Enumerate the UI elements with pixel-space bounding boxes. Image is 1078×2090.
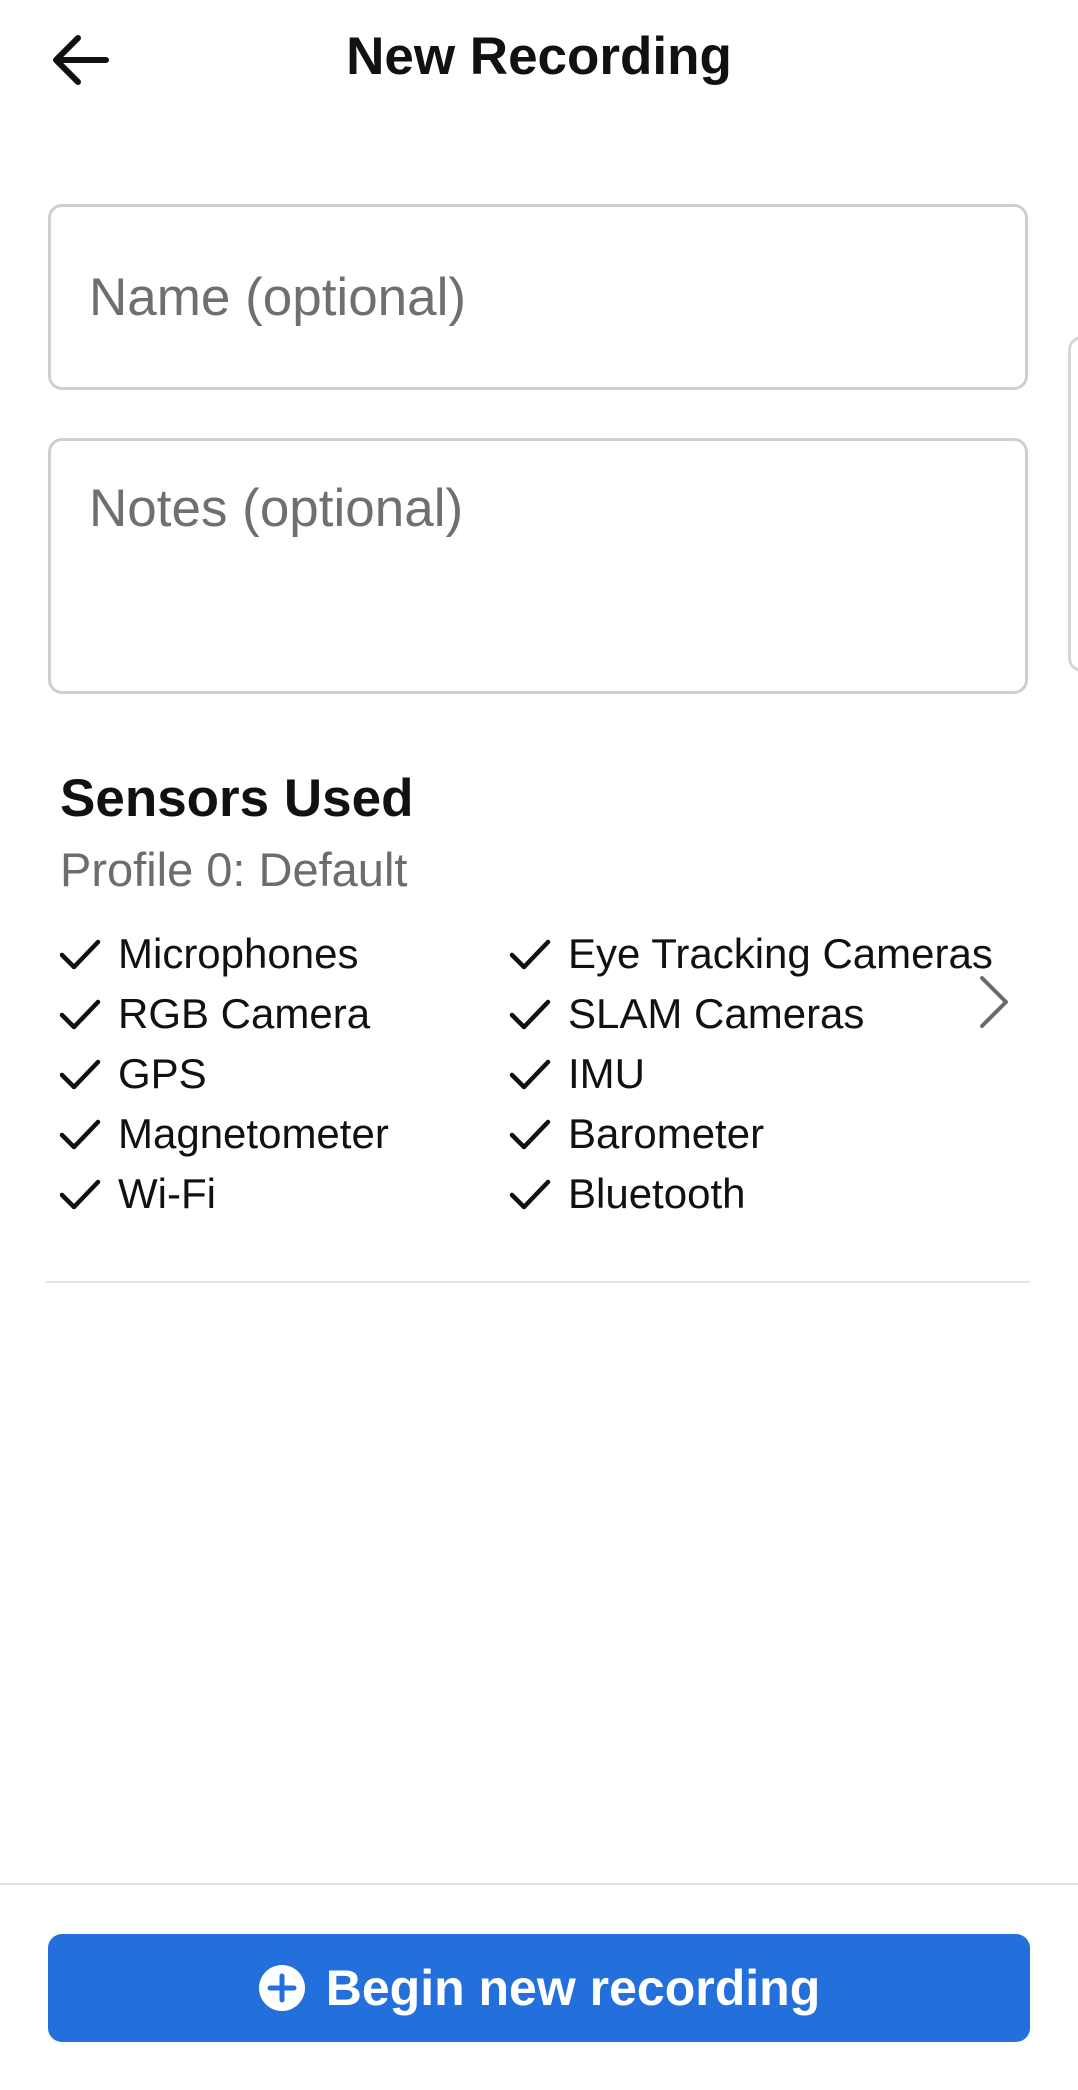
- sensor-label: GPS: [118, 1050, 207, 1097]
- sensors-used-title: Sensors Used: [60, 769, 414, 828]
- checkmark-icon: [59, 999, 101, 1030]
- sensor-item-imu: IMU: [508, 1044, 645, 1104]
- checkmark-icon: [509, 1119, 551, 1150]
- checkmark-icon: [59, 1179, 101, 1210]
- begin-new-recording-label: Begin new recording: [325, 1960, 821, 2016]
- footer-divider: [0, 1883, 1078, 1885]
- sensor-label: RGB Camera: [118, 990, 371, 1037]
- begin-new-recording-button[interactable]: Begin new recording: [48, 1934, 1030, 2042]
- checkmark-icon: [509, 1059, 551, 1090]
- checkmark-icon: [509, 1179, 551, 1210]
- notes-input[interactable]: [51, 441, 1025, 691]
- section-divider: [46, 1281, 1030, 1283]
- chevron-right-icon[interactable]: [974, 972, 1014, 1032]
- checkmark-icon: [509, 939, 551, 970]
- checkmark-icon: [59, 1059, 101, 1090]
- name-input[interactable]: [51, 207, 1025, 387]
- sensor-profile-label: Profile 0: Default: [60, 843, 408, 896]
- sensor-label: Microphones: [118, 930, 359, 977]
- plus-circle-icon: [258, 1965, 305, 2011]
- sensors-used-section[interactable]: Sensors Used Profile 0: Default Micropho…: [48, 740, 1028, 1284]
- sensor-item-rgb-camera: RGB Camera: [58, 984, 370, 1044]
- app-header: New Recording: [0, 0, 1078, 120]
- sensor-label: Wi-Fi: [118, 1170, 216, 1217]
- sensor-item-barometer: Barometer: [508, 1104, 764, 1164]
- sensor-label: Eye Tracking Cameras: [568, 930, 993, 977]
- sensor-item-microphones: Microphones: [58, 924, 358, 984]
- name-field[interactable]: [48, 204, 1028, 390]
- sensor-item-magnetometer: Magnetometer: [58, 1104, 389, 1164]
- sensor-label: IMU: [568, 1050, 645, 1097]
- notes-field[interactable]: [48, 438, 1028, 694]
- sensor-label: Barometer: [568, 1110, 765, 1157]
- page-title: New Recording: [346, 27, 732, 86]
- sensor-item-bluetooth: Bluetooth: [508, 1164, 745, 1224]
- sensor-item-wifi: Wi-Fi: [58, 1164, 216, 1224]
- checkmark-icon: [59, 1119, 101, 1150]
- sensor-label: Bluetooth: [568, 1170, 746, 1217]
- sensor-label: SLAM Cameras: [568, 990, 865, 1037]
- edge-panel-handle[interactable]: [1068, 336, 1078, 672]
- sensor-item-gps: GPS: [58, 1044, 207, 1104]
- sensor-item-eye-tracking-cameras: Eye Tracking Cameras: [508, 924, 993, 984]
- checkmark-icon: [59, 939, 101, 970]
- sensor-item-slam-cameras: SLAM Cameras: [508, 984, 864, 1044]
- checkmark-icon: [509, 999, 551, 1030]
- sensor-label: Magnetometer: [118, 1110, 389, 1157]
